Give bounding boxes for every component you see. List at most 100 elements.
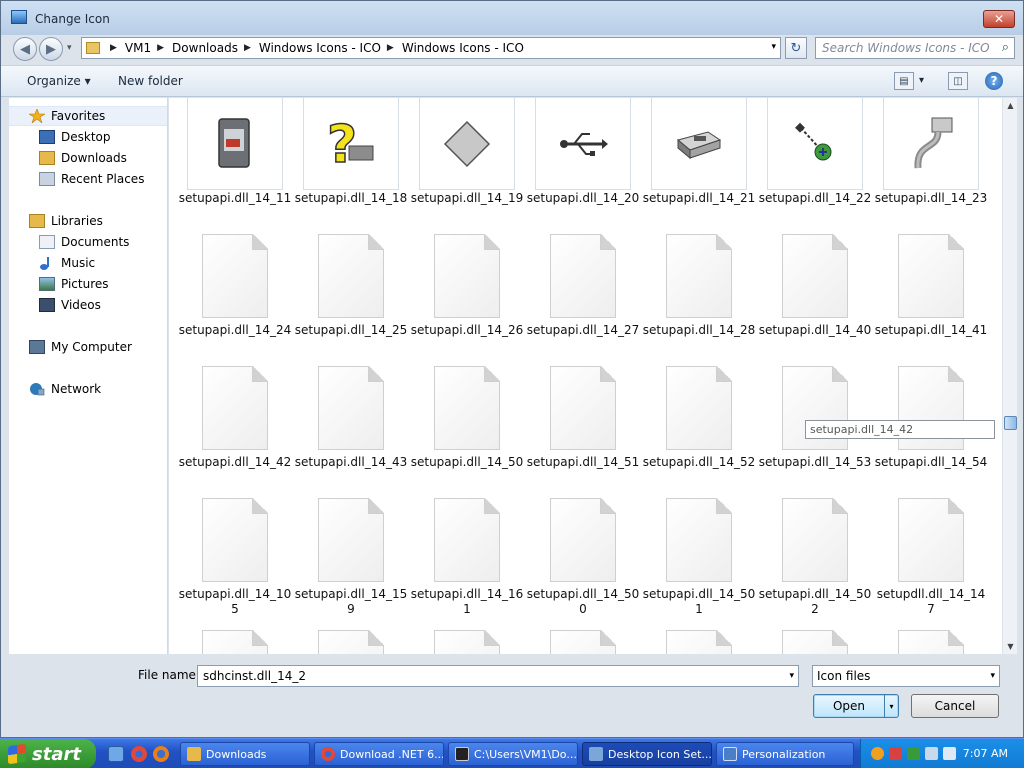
breadcrumb-item[interactable]: VM1 (125, 41, 151, 55)
sidebar-item-videos[interactable]: Videos (9, 295, 167, 315)
blank-file-icon (883, 230, 979, 322)
file-name-label: File name: (138, 668, 200, 682)
change-icon-dialog: Change Icon ✕ ◀ ▶ ▾ ▶ VM1 ▶ Downloads ▶ … (0, 0, 1024, 738)
sidebar-item-documents[interactable]: Documents (9, 232, 167, 252)
search-icon[interactable]: ⌕ (1002, 40, 1009, 55)
open-button[interactable]: Open ▾ (813, 694, 899, 718)
usb-port-icon (651, 98, 747, 190)
file-name-input[interactable]: sdhcinst.dll_14_2 ▾ (197, 665, 799, 687)
security-tray-icon[interactable] (889, 747, 902, 760)
help-button[interactable]: ? (985, 72, 1003, 90)
blank-file-icon (651, 230, 747, 322)
taskbar-item-label: Personalization (742, 747, 826, 761)
open-split-dropdown-icon[interactable]: ▾ (884, 695, 898, 717)
smart-card-icon (187, 98, 283, 190)
sidebar-item-desktop[interactable]: Desktop (9, 127, 167, 147)
new-folder-button[interactable]: New folder (118, 74, 183, 88)
close-button[interactable]: ✕ (983, 10, 1015, 28)
blank-file-icon (767, 230, 863, 322)
back-button[interactable]: ◀ (13, 37, 37, 61)
preview-pane-button[interactable]: ◫ (948, 72, 968, 90)
file-tooltip: setupapi.dll_14_42 (805, 420, 995, 439)
show-desktop-icon[interactable] (108, 746, 124, 762)
network-icon (29, 382, 45, 396)
recent-pages-dropdown[interactable]: ▾ (67, 43, 72, 53)
file-name-dropdown-icon[interactable]: ▾ (789, 671, 794, 681)
file-name-label: setupapi.dll_14_53 (758, 455, 872, 469)
refresh-button[interactable]: ↻ (785, 37, 807, 59)
windows-logo-icon (8, 743, 26, 765)
sidebar-item-music[interactable]: Music (9, 253, 167, 273)
sidebar-item-label: Network (51, 382, 102, 396)
organize-button[interactable]: Organize ▾ (27, 74, 91, 88)
breadcrumb-separator-icon[interactable]: ▶ (157, 43, 164, 53)
taskbar-item-downloads[interactable]: Downloads (180, 742, 310, 766)
scroll-down-icon[interactable]: ▼ (1003, 639, 1018, 654)
sidebar-item-label: Documents (61, 235, 130, 249)
folder-icon (86, 42, 100, 54)
antivirus-tray-icon[interactable] (907, 747, 920, 760)
sidebar-item-libraries[interactable]: Libraries (9, 211, 167, 231)
taskbar-item-chrome[interactable]: Download .NET 6.... (314, 742, 444, 766)
sidebar-item-pictures[interactable]: Pictures (9, 274, 167, 294)
breadcrumb-item[interactable]: Windows Icons - ICO (402, 41, 524, 55)
sidebar-item-my-computer[interactable]: My Computer (9, 337, 167, 357)
address-dropdown-icon[interactable]: ▾ (771, 42, 776, 52)
cancel-button[interactable]: Cancel (911, 694, 999, 718)
title-bar[interactable]: Change Icon ✕ (1, 1, 1023, 35)
preview-pane-icon: ◫ (953, 75, 963, 87)
file-name-label: setupapi.dll_14_500 (526, 587, 640, 616)
file-name-label: setupapi.dll_14_105 (178, 587, 292, 616)
sidebar-item-downloads[interactable]: Downloads (9, 148, 167, 168)
views-icon: ▤ (899, 75, 909, 87)
vertical-scrollbar[interactable]: ▲ ▼ (1002, 98, 1017, 654)
scroll-thumb[interactable] (1004, 416, 1017, 430)
blank-file-icon (187, 494, 283, 586)
sidebar-item-label: Downloads (61, 151, 127, 165)
file-name-label: setupapi.dll_14_26 (410, 323, 524, 337)
file-name-label: setupapi.dll_14_54 (874, 455, 988, 469)
sidebar-item-label: Favorites (51, 109, 106, 123)
downloads-folder-icon (39, 151, 55, 165)
clock[interactable]: 7:07 AM (963, 747, 1008, 760)
search-input[interactable]: Search Windows Icons - ICO ⌕ (815, 37, 1015, 59)
videos-icon (39, 298, 55, 312)
breadcrumb-separator-icon[interactable]: ▶ (110, 43, 117, 53)
blank-file-icon (419, 230, 515, 322)
file-name-label: setupapi.dll_14_42 (178, 455, 292, 469)
sidebar-item-label: Libraries (51, 214, 103, 228)
breadcrumb-separator-icon[interactable]: ▶ (244, 43, 251, 53)
forward-button[interactable]: ▶ (39, 37, 63, 61)
breadcrumb-item[interactable]: Downloads (172, 41, 238, 55)
chrome-icon[interactable] (131, 746, 147, 762)
search-tray-icon[interactable] (871, 747, 884, 760)
sidebar-item-label: Recent Places (61, 172, 145, 186)
scroll-up-icon[interactable]: ▲ (1003, 98, 1018, 113)
breadcrumb-item[interactable]: Windows Icons - ICO (259, 41, 381, 55)
chrome-icon (321, 747, 335, 761)
sidebar-item-network[interactable]: Network (9, 379, 167, 399)
taskbar-item-desktop-icon-settings[interactable]: Desktop Icon Set... (582, 742, 712, 766)
address-bar[interactable]: ▶ VM1 ▶ Downloads ▶ Windows Icons - ICO … (81, 37, 781, 59)
serial-cable-icon (883, 98, 979, 190)
blank-file-icon (303, 494, 399, 586)
change-view-button[interactable]: ▤ (894, 72, 914, 90)
recent-places-icon (39, 172, 55, 186)
taskbar-item-label: Download .NET 6.... (340, 747, 444, 761)
start-button[interactable]: start (0, 739, 96, 768)
taskbar-item-7zip[interactable]: C:\Users\VM1\Do... (448, 742, 578, 766)
firefox-icon[interactable] (153, 746, 169, 762)
network-tray-icon[interactable] (925, 747, 938, 760)
sidebar-item-favorites[interactable]: Favorites (9, 106, 167, 126)
sidebar-item-label: Music (61, 256, 96, 270)
volume-tray-icon[interactable] (943, 747, 956, 760)
documents-icon (39, 235, 55, 249)
breadcrumb-separator-icon[interactable]: ▶ (387, 43, 394, 53)
taskbar-item-personalization[interactable]: Personalization (716, 742, 854, 766)
views-dropdown-icon[interactable]: ▾ (919, 75, 924, 86)
libraries-icon (29, 214, 45, 228)
sidebar-item-recent-places[interactable]: Recent Places (9, 169, 167, 189)
blank-file-icon (303, 362, 399, 454)
file-type-select[interactable]: Icon files ▾ (812, 665, 1000, 687)
window-app-icon (11, 10, 27, 24)
